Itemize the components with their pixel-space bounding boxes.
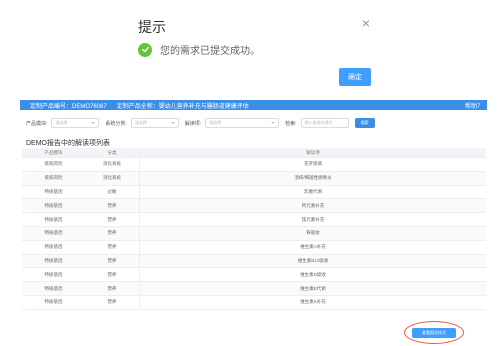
header-item: 解读项 [139, 148, 486, 157]
filter-row: 产品模块: 请选择 系统分类: 请选择 解读项: 请选择 检索: 输入查询关键字… [20, 117, 487, 129]
table-row: 疾病风险 消化系统 克罗恩病 [22, 158, 486, 172]
cell-item: 维生素B12吸收 [139, 254, 486, 268]
cell-category: 营养 [107, 285, 117, 291]
search-button[interactable]: 搜索 [354, 118, 375, 128]
cell-category: 营养 [107, 202, 117, 208]
cell-category: 过敏 [107, 188, 117, 194]
cell-item: 维生素A补充 [139, 240, 486, 254]
cell-module: 特质基因 [44, 299, 63, 305]
cell-item: 维生素D吸收 [139, 268, 486, 282]
cell-item: 铁吸收 [139, 226, 486, 240]
product-header-bar: 定制产品编号：DEMO76087 定制产品全称：婴幼儿营养补充与膳肠道健康评估 … [20, 100, 487, 110]
system-label: 系统分类: [105, 120, 127, 127]
product-code: 定制产品编号：DEMO76087 [30, 103, 107, 110]
table-row: 特质基因 过敏 乳糖代谢 [22, 185, 486, 200]
cell-item: 镁元素补充 [139, 213, 486, 226]
cell-module: 特质基因 [44, 244, 63, 250]
table-row: 特质基因 营养 维生素D吸收 [22, 268, 486, 283]
table-row: 特质基因 营养 钙元素补充 [22, 199, 486, 214]
table-row: 特质基因 营养 维生素A补充 [22, 240, 486, 255]
keyword-label: 检索: [285, 120, 297, 127]
view-report-sample-button[interactable]: 查看报告样式 [412, 328, 456, 338]
product-name: 定制产品全称：婴幼儿营养补充与膳肠道健康评估 [116, 103, 249, 110]
cell-item: 维生素E代谢 [139, 282, 486, 295]
close-icon[interactable]: × [362, 15, 370, 31]
cell-module: 疾病风险 [44, 161, 63, 167]
table-row: 特质基因 营养 铁吸收 [22, 226, 486, 241]
cell-category: 消化系统 [103, 175, 121, 181]
confirm-button[interactable]: 确定 [339, 68, 371, 86]
cell-category: 营养 [107, 257, 117, 263]
cell-item: 维生素K补充 [139, 295, 486, 309]
table-row: 特质基因 营养 镁元素补充 [22, 213, 486, 227]
cell-module: 特质基因 [44, 271, 63, 277]
dialog-message-text: 您的需求已提交成功。 [160, 46, 260, 57]
cell-category: 营养 [107, 244, 117, 250]
header-module: 产品模块 [44, 149, 63, 155]
table-row: 疾病风险 消化系统 溃疡/细菌性肠胃炎 [22, 171, 486, 186]
cell-category: 营养 [107, 271, 117, 277]
cell-category: 营养 [107, 230, 117, 236]
cell-module: 特质基因 [44, 202, 63, 208]
cell-module: 特质基因 [44, 230, 63, 236]
cell-module: 特质基因 [44, 216, 63, 222]
section-title: DEMO报告中的解读项列表 [26, 140, 110, 147]
notification-dialog: 提示 × 您的需求已提交成功。 确定 [118, 0, 380, 96]
table-row: 特质基因 营养 维生素K补充 [22, 295, 486, 310]
cell-category: 营养 [107, 216, 117, 222]
success-check-icon [138, 42, 152, 57]
item-select[interactable]: 请选择 [205, 118, 280, 128]
interpretation-table: 产品模块 分类 解读项 疾病风险 消化系统 克罗恩病 疾病风险 消化系统 溃疡/… [22, 148, 486, 310]
cell-category: 消化系统 [103, 161, 121, 167]
cell-item: 溃疡/细菌性肠胃炎 [139, 171, 486, 185]
dialog-message: 您的需求已提交成功。 [138, 42, 260, 57]
cell-item: 钙元素补充 [139, 199, 486, 213]
cell-item: 乳糖代谢 [139, 185, 486, 199]
keyword-input[interactable]: 输入查询关键字 [300, 118, 349, 128]
cell-item: 克罗恩病 [139, 158, 486, 171]
table-header-row: 产品模块 分类 解读项 [22, 148, 486, 158]
table-row: 特质基因 营养 维生素B12吸收 [22, 254, 486, 269]
dialog-title: 提示 [138, 19, 166, 35]
item-label: 解读项: [184, 120, 202, 127]
system-select[interactable]: 请选择 [130, 118, 179, 128]
module-label: 产品模块: [26, 120, 48, 127]
cell-module: 特质基因 [44, 188, 63, 194]
cell-category: 营养 [107, 299, 117, 305]
cell-module: 特质基因 [44, 285, 63, 291]
help-link[interactable]: 帮助？ [465, 101, 483, 110]
header-category: 分类 [107, 149, 117, 155]
cell-module: 特质基因 [44, 257, 63, 263]
module-select[interactable]: 请选择 [51, 118, 100, 128]
table-row: 特质基因 营养 维生素E代谢 [22, 282, 486, 296]
cell-module: 疾病风险 [44, 175, 63, 181]
